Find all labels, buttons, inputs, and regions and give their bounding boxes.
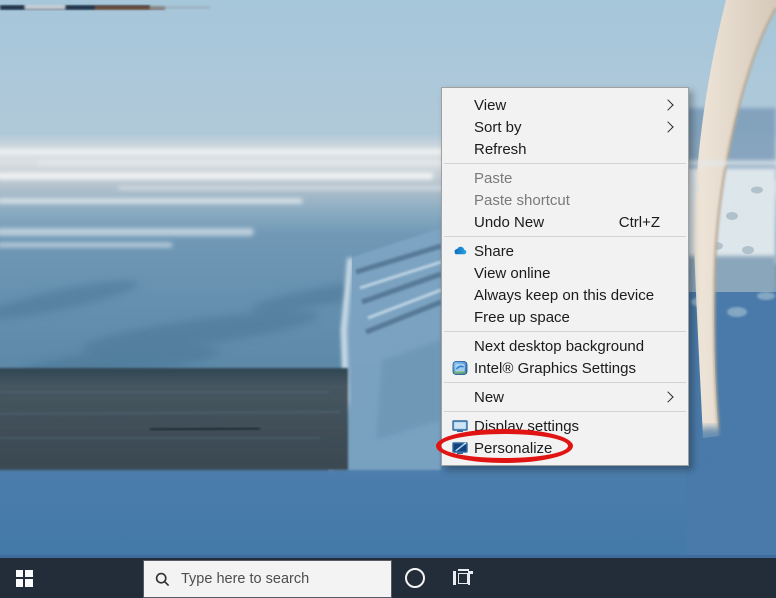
chevron-right-icon (662, 99, 674, 111)
menu-item-sort-by[interactable]: Sort by (442, 116, 688, 138)
menu-item-paste-shortcut: Paste shortcut (442, 189, 688, 211)
menu-item-share[interactable]: Share (442, 240, 688, 262)
display-settings-monitor-icon (452, 418, 474, 434)
cortana-button[interactable] (395, 558, 435, 598)
menu-item-always-keep-on-device[interactable]: Always keep on this device (442, 284, 688, 306)
menu-separator (444, 411, 686, 412)
menu-item-view-online[interactable]: View online (442, 262, 688, 284)
menu-item-label: Paste shortcut (474, 191, 570, 209)
menu-item-undo-new[interactable]: Undo New Ctrl+Z (442, 211, 688, 233)
menu-item-label: View online (474, 264, 551, 282)
menu-item-view[interactable]: View (442, 94, 688, 116)
menu-item-personalize[interactable]: Personalize (442, 437, 688, 459)
menu-separator (444, 236, 686, 237)
chevron-right-icon (662, 391, 674, 403)
search-input[interactable] (179, 570, 378, 588)
menu-item-label: Intel® Graphics Settings (474, 359, 636, 377)
menu-separator (444, 382, 686, 383)
windows-logo-icon (15, 569, 33, 587)
chevron-right-icon (662, 121, 674, 133)
menu-item-intel-graphics-settings[interactable]: Intel® Graphics Settings (442, 357, 688, 379)
menu-item-next-desktop-background[interactable]: Next desktop background (442, 335, 688, 357)
keyboard-shortcut: Ctrl+Z (618, 213, 660, 231)
menu-item-label: Share (474, 242, 515, 260)
onedrive-cloud-icon (452, 243, 474, 259)
menu-item-label: Next desktop background (474, 337, 645, 355)
taskbar (0, 558, 776, 598)
menu-item-paste: Paste (442, 167, 688, 189)
search-icon (155, 572, 170, 586)
menu-item-label: Undo New (474, 213, 545, 231)
taskbar-search-box[interactable] (143, 560, 392, 598)
menu-item-label: Always keep on this device (474, 286, 655, 304)
menu-item-label: Free up space (474, 308, 570, 326)
menu-item-label: Sort by (474, 118, 522, 136)
menu-separator (444, 331, 686, 332)
menu-item-new[interactable]: New (442, 386, 688, 408)
task-view-button[interactable] (443, 558, 483, 598)
menu-item-label: New (474, 388, 505, 406)
desktop-context-menu: View Sort by Refresh Paste Paste shortcu… (441, 87, 689, 466)
menu-separator (444, 163, 686, 164)
windows-desktop-screen: View Sort by Refresh Paste Paste shortcu… (0, 0, 776, 598)
menu-item-label: Refresh (474, 140, 527, 158)
menu-item-refresh[interactable]: Refresh (442, 138, 688, 160)
menu-item-label: Personalize (474, 439, 553, 457)
intel-graphics-icon (452, 360, 474, 376)
cortana-icon (405, 568, 425, 588)
menu-item-label: Paste (474, 169, 513, 187)
menu-item-label: View (474, 96, 507, 114)
menu-item-free-up-space[interactable]: Free up space (442, 306, 688, 328)
start-button[interactable] (0, 558, 48, 598)
task-view-icon (453, 569, 473, 587)
menu-item-display-settings[interactable]: Display settings (442, 415, 688, 437)
personalize-brush-monitor-icon (452, 440, 474, 456)
menu-item-label: Display settings (474, 417, 580, 435)
